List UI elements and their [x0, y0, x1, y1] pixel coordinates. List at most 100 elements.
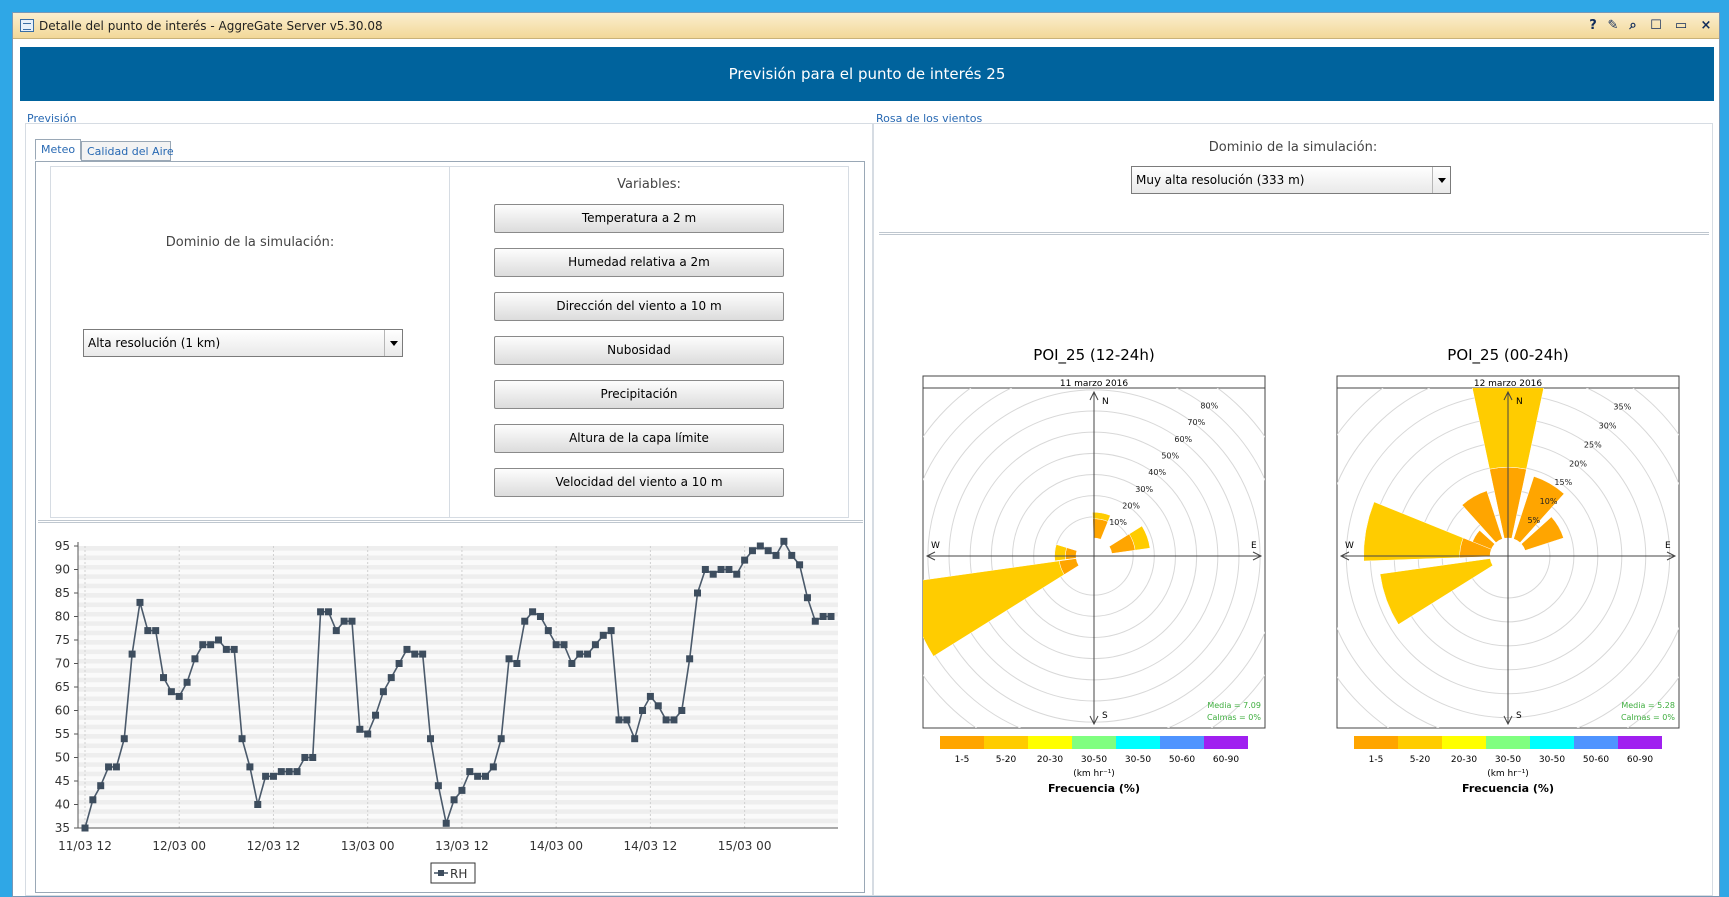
direction-label-e: E	[1251, 541, 1257, 551]
legend-label: RH	[450, 867, 467, 881]
grid-band	[78, 705, 838, 711]
grid-band	[78, 818, 838, 824]
radial-tick-label: 5%	[1527, 516, 1540, 525]
legend-swatch	[1160, 736, 1204, 749]
rh-data-point	[175, 692, 183, 700]
rh-data-point	[662, 716, 670, 724]
rh-data-point	[615, 716, 623, 724]
rh-data-point	[529, 608, 537, 616]
rh-data-point	[481, 772, 489, 780]
windrose-subtitle: 11 marzo 2016	[1060, 379, 1129, 389]
direction-label-w: W	[1345, 541, 1354, 551]
legend-swatch-label: 1-5	[955, 755, 970, 765]
boundary-layer-button[interactable]: Altura de la capa límite	[494, 424, 784, 453]
legend-swatch-label: 30-50	[1539, 755, 1565, 765]
rh-data-point	[568, 660, 576, 667]
grid-band	[78, 738, 838, 744]
grid-band	[78, 809, 838, 814]
radial-tick-label: 25%	[1584, 440, 1602, 449]
zoom-icon[interactable]: ⌕	[1624, 17, 1642, 35]
tab-meteo[interactable]: Meteo	[35, 139, 81, 160]
rh-data-point	[89, 796, 97, 804]
grid-band	[78, 729, 838, 734]
grid-band	[78, 649, 838, 655]
windrose-title: POI_25 (12-24h)	[1033, 346, 1154, 365]
grid-band	[78, 578, 838, 584]
legend-swatch-label: 20-30	[1037, 755, 1063, 765]
edit-icon[interactable]: ✎	[1604, 17, 1622, 35]
legend-marker	[438, 870, 444, 876]
windrose-calms: Calmas = 0%	[1207, 713, 1261, 722]
rh-data-point	[183, 678, 191, 686]
rh-data-point	[387, 674, 395, 682]
windrose-mean: Media = 7.09	[1207, 701, 1261, 710]
rh-data-point	[748, 547, 756, 555]
grid-band	[78, 752, 838, 758]
direction-label-n: N	[1516, 397, 1523, 407]
tab-calidad-aire[interactable]: Calidad del Aire	[81, 141, 174, 161]
y-tick-label: 60	[55, 704, 70, 718]
precipitation-button[interactable]: Precipitación	[494, 380, 784, 409]
y-tick-label: 45	[55, 774, 70, 788]
windrose-calms: Calmas = 0%	[1621, 713, 1675, 722]
wind-speed-button[interactable]: Velocidad del viento a 10 m	[494, 468, 784, 497]
wind-direction-button[interactable]: Dirección del viento a 10 m	[494, 292, 784, 321]
y-tick-label: 80	[55, 610, 70, 624]
legend-swatch	[1354, 736, 1398, 749]
domain-select-value: Alta resolución (1 km)	[88, 336, 221, 350]
grid-band	[78, 625, 838, 631]
rh-data-point	[128, 650, 136, 658]
rh-data-point	[466, 768, 474, 776]
grid-band	[78, 687, 838, 692]
legend-swatch	[1072, 736, 1116, 749]
rh-data-point	[458, 786, 466, 794]
rh-data-point	[780, 537, 788, 545]
legend-swatch-label: 30-50	[1495, 755, 1521, 765]
grid-band	[78, 823, 838, 828]
x-tick-label: 11/03 12	[58, 839, 112, 853]
rh-data-point	[639, 707, 647, 714]
direction-label-w: W	[931, 541, 940, 551]
rh-data-point	[105, 763, 113, 771]
rh-data-point	[262, 772, 270, 780]
rh-data-point	[230, 645, 238, 653]
title-bar: Detalle del punto de interés - AggreGate…	[13, 13, 1719, 39]
grid-band	[78, 743, 838, 749]
rh-data-point	[521, 617, 529, 625]
grid-band	[78, 588, 838, 593]
cloudiness-button[interactable]: Nubosidad	[494, 336, 784, 365]
rh-data-point	[489, 763, 497, 771]
grid-band	[78, 635, 838, 640]
rh-data-point	[277, 768, 285, 776]
humidity-button[interactable]: Humedad relativa a 2m	[494, 248, 784, 277]
rh-data-point	[623, 716, 631, 724]
x-tick-label: 15/03 00	[718, 839, 772, 853]
rh-data-point	[191, 655, 199, 663]
y-tick-label: 95	[55, 539, 70, 553]
close-icon[interactable]: ×	[1697, 17, 1715, 35]
rh-data-point	[332, 627, 340, 635]
grid-band	[78, 546, 838, 551]
radial-tick-label: 15%	[1554, 478, 1572, 487]
domain-select[interactable]: Alta resolución (1 km)	[83, 329, 403, 357]
restore-icon[interactable]: ▭	[1672, 17, 1690, 35]
rh-data-point	[497, 735, 505, 743]
legend-swatch-label: 50-60	[1169, 755, 1195, 765]
help-icon[interactable]: ?	[1584, 17, 1602, 35]
rh-data-point	[646, 692, 654, 700]
windrose-domain-select[interactable]: Muy alta resolución (333 m)	[1131, 166, 1451, 194]
rh-data-point	[796, 561, 804, 569]
legend-swatch	[1204, 736, 1248, 749]
grid-band	[78, 771, 838, 777]
domain-label: Dominio de la simulación:	[165, 235, 335, 250]
rh-data-point	[654, 702, 662, 710]
radial-tick-label: 80%	[1200, 401, 1218, 410]
maximize-icon[interactable]: ☐	[1647, 17, 1665, 35]
legend-swatch	[1398, 736, 1442, 749]
grid-band	[78, 630, 838, 636]
legend-swatch-label: 5-20	[1410, 755, 1431, 765]
rh-data-point	[340, 617, 348, 625]
rh-data-point	[442, 819, 450, 827]
temperature-button[interactable]: Temperatura a 2 m	[494, 204, 784, 233]
grid-band	[78, 691, 838, 697]
